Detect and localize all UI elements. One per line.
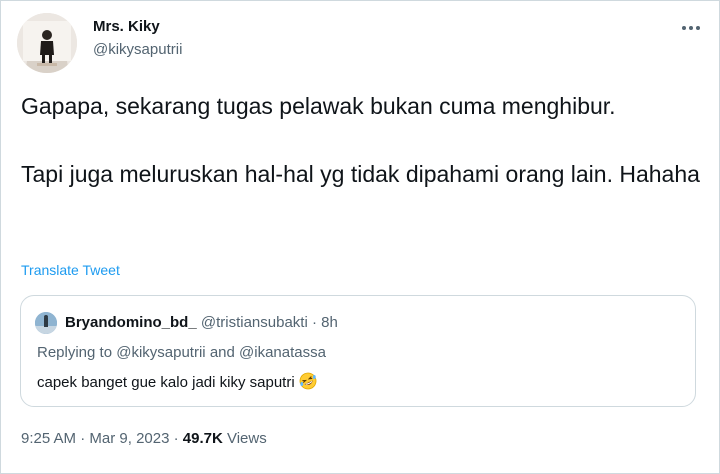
views-count: 49.7K — [182, 430, 223, 447]
author-name[interactable]: Mrs. Kiky — [93, 18, 160, 35]
tweet-card: Mrs. Kiky @kikysaputrii Gapapa, sekarang… — [0, 0, 720, 474]
timestamp-separator-2: · — [173, 430, 179, 447]
replying-mention-2[interactable]: @ikanatassa — [239, 344, 326, 361]
translate-tweet-link[interactable]: Translate Tweet — [21, 262, 120, 278]
quoted-time[interactable]: 8h — [321, 314, 338, 331]
tweet-time[interactable]: 9:25 AM — [21, 430, 76, 447]
tweet-text: Gapapa, sekarang tugas pelawak bukan cum… — [21, 89, 701, 191]
tweet-timestamp: 9:25 AM · Mar 9, 2023 · 49.7K Views — [21, 430, 267, 447]
timestamp-separator-1: · — [80, 430, 86, 447]
tweet-date[interactable]: Mar 9, 2023 — [89, 430, 169, 447]
quoted-author-handle[interactable]: @tristiansubakti — [201, 314, 308, 331]
author-handle[interactable]: @kikysaputrii — [93, 41, 182, 58]
quoted-author-avatar[interactable] — [35, 312, 57, 334]
author-avatar-image — [17, 13, 77, 73]
quoted-author-name[interactable]: Bryandomino_bd_ — [65, 314, 197, 331]
tweet-paragraph-1: Gapapa, sekarang tugas pelawak bukan cum… — [21, 93, 616, 119]
quoted-text: capek banget gue kalo jadi kiky saputri — [37, 372, 317, 391]
quoted-tweet[interactable]: Bryandomino_bd_ @tristiansubakti · 8h Re… — [20, 295, 696, 407]
replying-prefix: Replying to — [37, 344, 113, 361]
quoted-replying-to: Replying to @kikysaputrii and @ikanatass… — [37, 344, 326, 361]
more-icon[interactable] — [681, 15, 701, 36]
rolling-on-floor-laughing-emoji-icon — [299, 372, 317, 390]
author-avatar[interactable] — [17, 13, 77, 73]
quoted-text-body: capek banget gue kalo jadi kiky saputri — [37, 374, 295, 391]
quoted-header: Bryandomino_bd_ @tristiansubakti · 8h — [65, 314, 338, 331]
views-label: Views — [226, 430, 267, 447]
replying-mention-1[interactable]: @kikysaputrii — [116, 344, 205, 361]
quoted-separator: · — [311, 314, 317, 331]
tweet-paragraph-2: Tapi juga meluruskan hal-hal yg tidak di… — [21, 161, 700, 187]
replying-and: and — [209, 344, 235, 361]
